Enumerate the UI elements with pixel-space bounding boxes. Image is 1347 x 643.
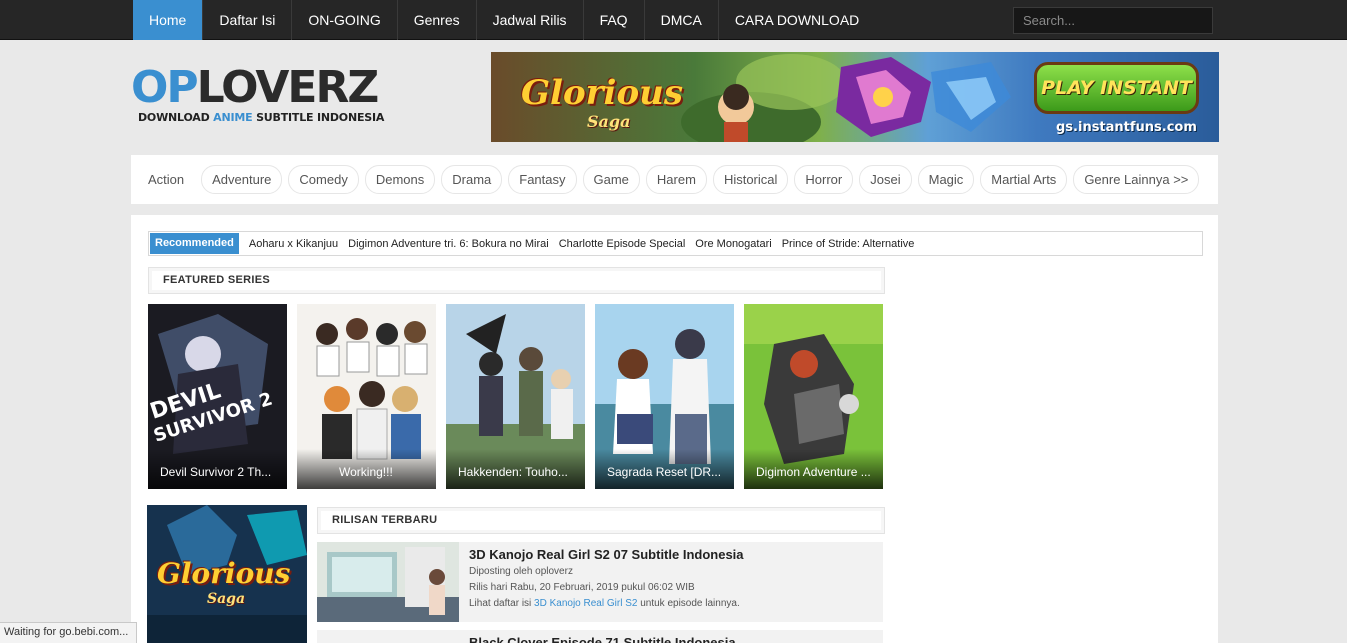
genre-horror[interactable]: Horror	[794, 165, 854, 194]
logo-wordmark: OPLOVERZ	[131, 62, 379, 113]
featured-title: Digimon Adventure ...	[744, 449, 883, 489]
nav-home[interactable]: Home	[133, 0, 204, 40]
genre-historical[interactable]: Historical	[712, 165, 789, 194]
featured-heading: FEATURED SERIES	[148, 267, 885, 294]
main-menu: Home Daftar Isi ON-GOING Genres Jadwal R…	[133, 0, 875, 40]
search-input[interactable]	[1013, 7, 1213, 34]
nav-on-going[interactable]: ON-GOING	[292, 0, 398, 40]
logo-tagline: DOWNLOAD ANIME SUBTITLE INDONESIA	[138, 111, 385, 124]
latest-post: 3D Kanojo Real Girl S2 07 Subtitle Indon…	[317, 542, 883, 622]
side-ad-title: Glorious	[157, 557, 291, 590]
side-ad-subtitle: Saga	[207, 591, 246, 607]
browser-status-bar: Waiting for go.bebi.com...	[0, 622, 138, 643]
genre-game[interactable]: Game	[582, 165, 640, 194]
featured-title: Devil Survivor 2 Th...	[148, 449, 287, 489]
genre-harem[interactable]: Harem	[645, 165, 707, 194]
nav-genres[interactable]: Genres	[398, 0, 477, 40]
post-more: Lihat daftar isi 3D Kanojo Real Girl S2 …	[469, 598, 740, 609]
nav-cara-download[interactable]: CARA DOWNLOAD	[719, 0, 875, 40]
nav-daftar-isi[interactable]: Daftar Isi	[203, 0, 293, 40]
recommended-item[interactable]: Prince of Stride: Alternative	[782, 238, 915, 250]
post-series-link[interactable]: 3D Kanojo Real Girl S2	[534, 598, 637, 609]
featured-title: Sagrada Reset [DR...	[595, 449, 734, 489]
featured-card[interactable]: Sagrada Reset [DR...	[595, 304, 734, 489]
post-title[interactable]: 3D Kanojo Real Girl S2 07 Subtitle Indon…	[469, 547, 744, 562]
genre-list: Action Adventure Comedy Demons Drama Fan…	[137, 165, 1200, 194]
post-thumbnail[interactable]	[317, 542, 459, 622]
genre-adventure[interactable]: Adventure	[201, 165, 283, 194]
featured-card[interactable]: DEVIL SURVIVOR 2 Devil Survivor 2 Th...	[148, 304, 287, 489]
genre-action[interactable]: Action	[137, 165, 195, 194]
recommended-item[interactable]: Ore Monogatari	[695, 238, 771, 250]
banner-game-title: Glorious	[521, 73, 683, 113]
featured-title: Working!!!	[297, 449, 436, 489]
featured-title: Hakkenden: Touho...	[446, 449, 585, 489]
post-title[interactable]: Black Clover Episode 71 Subtitle Indones…	[469, 635, 736, 643]
recommended-item[interactable]: Aoharu x Kikanjuu	[249, 238, 338, 250]
featured-card[interactable]: Digimon Adventure ...	[744, 304, 883, 489]
post-date: Rilis hari Rabu, 20 Februari, 2019 pukul…	[469, 582, 695, 593]
side-banner-ad[interactable]: Glorious Saga	[147, 505, 307, 643]
nav-dmca[interactable]: DMCA	[645, 0, 719, 40]
genre-martial-arts[interactable]: Martial Arts	[980, 165, 1068, 194]
post-author: Diposting oleh oploverz	[469, 566, 573, 577]
genre-more[interactable]: Genre Lainnya >>	[1073, 165, 1200, 194]
banner-game-subtitle: Saga	[587, 112, 631, 131]
banner-play-button[interactable]: PLAY INSTANT	[1034, 62, 1199, 114]
site-logo[interactable]: OPLOVERZ DOWNLOAD ANIME SUBTITLE INDONES…	[131, 62, 385, 126]
recommended-label: Recommended	[150, 233, 239, 254]
genre-josei[interactable]: Josei	[859, 165, 912, 194]
banner-url: gs.instantfuns.com	[1056, 120, 1197, 135]
recommended-item[interactable]: Digimon Adventure tri. 6: Bokura no Mira…	[348, 238, 549, 250]
featured-card[interactable]: Hakkenden: Touho...	[446, 304, 585, 489]
featured-series: DEVIL SURVIVOR 2 Devil Survivor 2 Th... …	[148, 304, 883, 489]
recommended-ticker: Recommended Aoharu x Kikanjuu Digimon Ad…	[148, 231, 1203, 256]
main-content: Recommended Aoharu x Kikanjuu Digimon Ad…	[131, 215, 1218, 643]
nav-faq[interactable]: FAQ	[584, 0, 645, 40]
recommended-item[interactable]: Charlotte Episode Special	[559, 238, 686, 250]
latest-heading: RILISAN TERBARU	[317, 507, 885, 534]
genre-magic[interactable]: Magic	[917, 165, 975, 194]
featured-card[interactable]: Working!!!	[297, 304, 436, 489]
genre-demons[interactable]: Demons	[364, 165, 436, 194]
genre-fantasy[interactable]: Fantasy	[508, 165, 577, 194]
nav-jadwal-rilis[interactable]: Jadwal Rilis	[477, 0, 584, 40]
top-navbar: Home Daftar Isi ON-GOING Genres Jadwal R…	[0, 0, 1347, 40]
genre-bar: Action Adventure Comedy Demons Drama Fan…	[131, 155, 1218, 204]
banner-ad[interactable]: Glorious Saga PLAY INSTANT gs.instantfun…	[491, 52, 1219, 142]
latest-post: Black Clover Episode 71 Subtitle Indones…	[317, 630, 883, 643]
genre-comedy[interactable]: Comedy	[288, 165, 359, 194]
genre-drama[interactable]: Drama	[441, 165, 503, 194]
